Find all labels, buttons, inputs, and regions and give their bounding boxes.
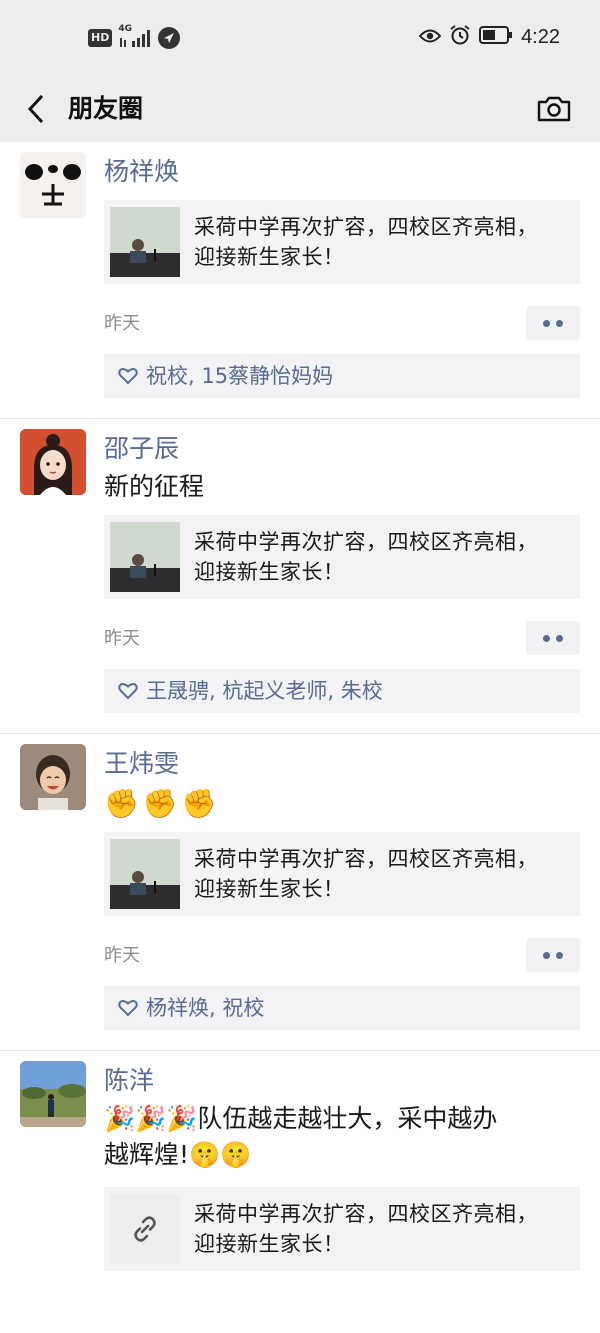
raised-fist-emoji: ✊ <box>181 787 217 820</box>
more-dots-icon <box>543 634 550 642</box>
post-meta: 昨天 <box>104 938 580 978</box>
link-title: 采荷中学再次扩容，四校区齐亮相， 迎接新生家长！ <box>194 844 538 904</box>
post-spacer <box>104 398 580 418</box>
moment-post: 王炜雯 ✊ ✊ ✊ 采荷中学再次扩容，四校区齐亮相， 迎接新生家长！ 昨天 杨祥… <box>0 734 600 1051</box>
heart-outline-icon <box>118 682 138 700</box>
post-body: 杨祥焕 采荷中学再次扩容，四校区齐亮相， 迎接新生家长！ 昨天 祝校, 15蔡静… <box>104 142 580 418</box>
raised-fist-emoji: ✊ <box>142 787 178 820</box>
link-title-line: 迎接新生家长！ <box>194 560 345 584</box>
likes-box: 杨祥焕, 祝校 <box>104 986 580 1030</box>
post-time: 昨天 <box>104 628 140 649</box>
heart-outline-icon <box>118 999 138 1017</box>
more-dots-icon <box>556 951 563 959</box>
link-thumbnail <box>110 522 180 592</box>
author-name[interactable]: 陈洋 <box>104 1063 580 1099</box>
post-body: 王炜雯 ✊ ✊ ✊ 采荷中学再次扩容，四校区齐亮相， 迎接新生家长！ 昨天 杨祥… <box>104 734 580 1050</box>
chevron-left-icon <box>27 94 44 124</box>
author-name[interactable]: 杨祥焕 <box>104 154 580 190</box>
more-dots-button[interactable] <box>526 938 580 972</box>
post-spacer <box>104 1030 580 1050</box>
post-emoji-row: ✊ ✊ ✊ <box>104 786 580 822</box>
post-text-line: 🎉🎉🎉队伍越走越壮大，采中越办 <box>104 1104 498 1133</box>
post-time: 昨天 <box>104 313 140 334</box>
status-bar: HD 4G 4:22 <box>0 0 600 76</box>
more-dots-icon <box>556 319 563 327</box>
link-thumbnail <box>110 207 180 277</box>
post-text: 🎉🎉🎉队伍越走越壮大，采中越办 越辉煌!🤫🤫 <box>104 1101 580 1173</box>
more-dots-button[interactable] <box>526 306 580 340</box>
author-name[interactable]: 邵子辰 <box>104 431 580 467</box>
back-button[interactable] <box>16 86 56 132</box>
likes-names[interactable]: 杨祥焕, 祝校 <box>146 994 264 1022</box>
camera-button[interactable] <box>534 86 574 132</box>
likes-names[interactable]: 王晟骋, 杭起义老师, 朱校 <box>146 677 383 705</box>
author-name[interactable]: 王炜雯 <box>104 746 580 782</box>
moments-feed[interactable]: 杨祥焕 采荷中学再次扩容，四校区齐亮相， 迎接新生家长！ 昨天 祝校, 15蔡静… <box>0 142 600 1333</box>
page-title: 朋友圈 <box>68 94 144 123</box>
link-title-line: 迎接新生家长！ <box>194 1232 345 1256</box>
battery-icon <box>479 25 513 49</box>
avatar[interactable] <box>20 152 86 218</box>
camera-icon <box>537 96 571 122</box>
raised-fist-emoji: ✊ <box>104 787 139 820</box>
link-icon <box>134 1216 156 1242</box>
likes-box: 祝校, 15蔡静怡妈妈 <box>104 354 580 398</box>
shared-link-card[interactable]: 采荷中学再次扩容，四校区齐亮相， 迎接新生家长！ <box>104 200 580 284</box>
link-title-line: 采荷中学再次扩容，四校区齐亮相， <box>194 215 538 239</box>
link-thumbnail <box>110 1194 180 1264</box>
status-right: 4:22 <box>418 22 560 52</box>
heart-outline-icon <box>118 367 138 385</box>
shared-link-card[interactable]: 采荷中学再次扩容，四校区齐亮相， 迎接新生家长！ <box>104 515 580 599</box>
avatar[interactable] <box>20 1061 86 1127</box>
post-body: 邵子辰 新的征程 采荷中学再次扩容，四校区齐亮相， 迎接新生家长！ 昨天 王晟骋… <box>104 419 580 733</box>
signal-icon: 4G <box>118 24 152 48</box>
more-dots-icon <box>543 951 550 959</box>
link-title: 采荷中学再次扩容，四校区齐亮相， 迎接新生家长！ <box>194 212 538 272</box>
post-spacer <box>104 713 580 733</box>
post-meta: 昨天 <box>104 621 580 661</box>
avatar[interactable] <box>20 429 86 495</box>
navigation-icon <box>158 27 181 49</box>
hd-badge: HD <box>88 29 113 47</box>
link-title: 采荷中学再次扩容，四校区齐亮相， 迎接新生家长！ <box>194 527 538 587</box>
post-time: 昨天 <box>104 945 140 966</box>
post-body: 陈洋 🎉🎉🎉队伍越走越壮大，采中越办 越辉煌!🤫🤫 采荷中学再次扩容，四校区齐亮… <box>104 1051 580 1271</box>
shared-link-card[interactable]: 采荷中学再次扩容，四校区齐亮相， 迎接新生家长！ <box>104 1187 580 1271</box>
more-dots-icon <box>556 634 563 642</box>
eye-icon <box>418 25 442 49</box>
alarm-icon <box>449 24 471 51</box>
status-left: HD 4G <box>88 24 181 52</box>
avatar[interactable] <box>20 744 86 810</box>
shared-link-card[interactable]: 采荷中学再次扩容，四校区齐亮相， 迎接新生家长！ <box>104 832 580 916</box>
moment-post: 杨祥焕 采荷中学再次扩容，四校区齐亮相， 迎接新生家长！ 昨天 祝校, 15蔡静… <box>0 142 600 419</box>
link-title-line: 迎接新生家长！ <box>194 245 345 269</box>
link-title: 采荷中学再次扩容，四校区齐亮相， 迎接新生家长！ <box>194 1199 538 1259</box>
moment-post: 邵子辰 新的征程 采荷中学再次扩容，四校区齐亮相， 迎接新生家长！ 昨天 王晟骋… <box>0 419 600 734</box>
link-thumbnail <box>110 839 180 909</box>
link-title-line: 采荷中学再次扩容，四校区齐亮相， <box>194 530 538 554</box>
likes-names[interactable]: 祝校, 15蔡静怡妈妈 <box>146 362 333 390</box>
link-title-line: 迎接新生家长！ <box>194 877 345 901</box>
moment-post: 陈洋 🎉🎉🎉队伍越走越壮大，采中越办 越辉煌!🤫🤫 采荷中学再次扩容，四校区齐亮… <box>0 1051 600 1271</box>
nav-bar: 朋友圈 <box>0 76 600 142</box>
likes-box: 王晟骋, 杭起义老师, 朱校 <box>104 669 580 713</box>
more-dots-icon <box>543 319 550 327</box>
more-dots-button[interactable] <box>526 621 580 655</box>
link-title-line: 采荷中学再次扩容，四校区齐亮相， <box>194 1202 538 1226</box>
clock-time: 4:22 <box>521 25 560 48</box>
post-text: 新的征程 <box>104 472 205 501</box>
post-meta: 昨天 <box>104 306 580 346</box>
post-text-line: 越辉煌!🤫🤫 <box>104 1140 252 1169</box>
link-title-line: 采荷中学再次扩容，四校区齐亮相， <box>194 847 538 871</box>
